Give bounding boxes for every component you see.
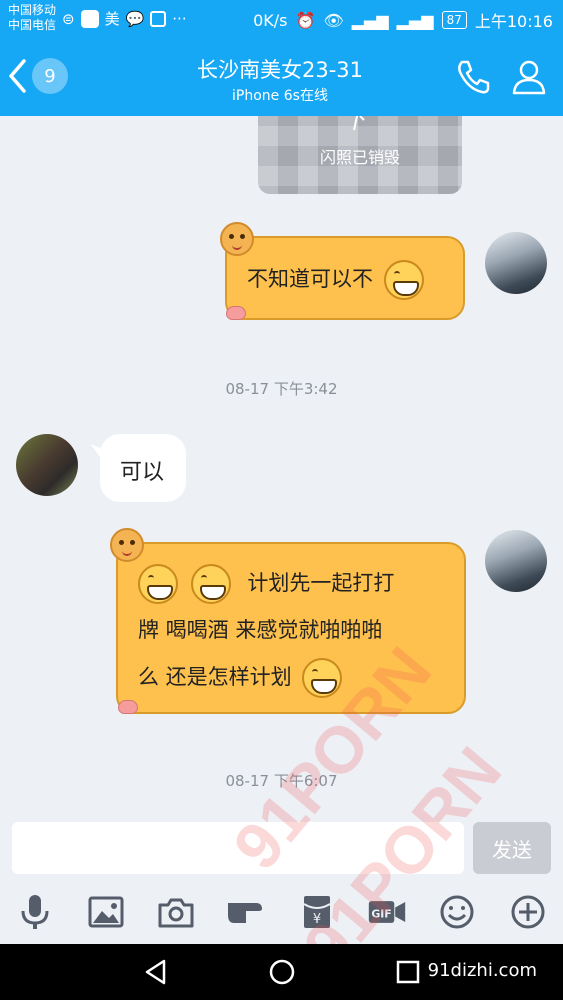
carrier-1: 中国移动 — [8, 3, 57, 17]
phone-icon — [458, 60, 490, 94]
mic-icon[interactable] — [15, 892, 55, 932]
message-timestamp: 08-17 下午6:07 — [225, 772, 338, 790]
grin-emoji-icon — [302, 658, 343, 698]
grin-emoji-icon — [190, 564, 231, 604]
svg-text:¥: ¥ — [313, 912, 321, 927]
bubble-tail — [90, 444, 106, 462]
system-nav-bar: 91dizhi.com — [0, 944, 563, 1000]
meituan-label: 美 — [104, 10, 120, 28]
input-toolbar: ¥ GIF — [0, 892, 563, 932]
svg-text:GIF: GIF — [371, 907, 391, 920]
input-bar: 发送 ¥ GIF — [0, 806, 563, 944]
carrier-info: 中国移动 中国电信 — [8, 3, 56, 33]
status-bar: 中国移动 中国电信 ⊜ 美 💬 ··· 0K/s ⏰ 👁 ▂▄▆ ▂▄▆ 87 … — [0, 0, 563, 38]
recents-square-icon[interactable] — [396, 958, 420, 986]
site-watermark: 91dizhi.com — [427, 960, 537, 981]
qq-icon — [80, 9, 99, 28]
alarm-icon: ⏰ — [295, 10, 316, 30]
profile-button[interactable] — [510, 58, 548, 100]
network-speed: 0K/s — [253, 10, 288, 30]
battery-icon: 87 — [441, 11, 467, 29]
system-status: 0K/s ⏰ 👁 ▂▄▆ ▂▄▆ 87 上午10:16 — [253, 8, 553, 32]
camera-icon[interactable] — [156, 892, 196, 932]
chat-area[interactable]: 闪照已销毁 不知道可以不 08-17 下午3:42 可以 计划先一起打打 牌 喝… — [0, 116, 563, 806]
emoji-icon[interactable] — [437, 892, 477, 932]
peach-decoration-icon — [118, 700, 138, 714]
signal-2-icon: ▂▄▆ — [396, 10, 434, 30]
message-text: 可以 — [120, 460, 165, 485]
flash-destroyed-text: 闪照已销毁 — [319, 148, 400, 167]
message-input[interactable] — [12, 822, 464, 874]
message-bubble[interactable]: 不知道可以不 — [225, 236, 465, 320]
message-text-line-3: 么 还是怎样计划 — [138, 665, 292, 689]
chat-title: 长沙南美女23-31 — [196, 58, 364, 82]
image-icon[interactable] — [86, 892, 126, 932]
burn-icon — [353, 116, 365, 131]
message-text-line-2: 牌 喝喝酒 来感觉就啪啪啪 — [138, 618, 383, 642]
person-icon — [512, 60, 546, 95]
grin-emoji-icon — [138, 564, 178, 604]
red-packet-icon[interactable]: ¥ — [297, 892, 337, 932]
grin-emoji-icon — [383, 260, 424, 300]
wifi-hotspot-icon: ⊜ — [62, 9, 75, 28]
signal-icon: ▂▄▆ — [351, 10, 389, 30]
more-icon: ··· — [172, 9, 187, 28]
online-status: iPhone 6s在线 — [232, 88, 328, 104]
app-icon — [150, 10, 167, 27]
plus-icon[interactable] — [508, 892, 548, 932]
notification-icons: ⊜ 美 💬 ··· — [62, 8, 187, 29]
carrier-2: 中国电信 — [8, 18, 57, 32]
chevron-left-icon — [9, 59, 26, 93]
monkey-bubble-decoration-icon — [110, 528, 144, 562]
back-button[interactable]: 9 — [8, 58, 68, 94]
unread-count-badge: 9 — [32, 58, 68, 94]
message-timestamp: 08-17 下午3:42 — [225, 380, 338, 398]
message-icon: 💬 — [125, 9, 145, 28]
gif-icon[interactable]: GIF — [367, 892, 407, 932]
my-avatar[interactable] — [485, 530, 547, 592]
my-avatar[interactable] — [485, 232, 547, 294]
back-triangle-icon[interactable] — [142, 958, 170, 986]
chat-header: 9 长沙南美女23-31 iPhone 6s在线 — [0, 38, 563, 116]
flash-photo-message[interactable]: 闪照已销毁 — [258, 116, 462, 194]
poke-icon[interactable] — [226, 892, 266, 932]
message-text-line-1: 计划先一起打打 — [247, 571, 395, 595]
message-bubble[interactable]: 可以 — [100, 434, 186, 502]
clock: 上午10:16 — [474, 12, 553, 31]
message-bubble[interactable]: 计划先一起打打 牌 喝喝酒 来感觉就啪啪啪 么 还是怎样计划 — [116, 542, 466, 714]
phone-call-button[interactable] — [454, 58, 492, 100]
send-button[interactable]: 发送 — [473, 822, 551, 874]
peach-decoration-icon — [226, 306, 246, 320]
monkey-bubble-decoration-icon — [220, 222, 254, 256]
message-text: 不知道可以不 — [247, 267, 373, 291]
eye-icon: 👁 — [323, 10, 344, 30]
home-circle-icon[interactable] — [268, 958, 296, 986]
contact-avatar[interactable] — [16, 434, 78, 496]
